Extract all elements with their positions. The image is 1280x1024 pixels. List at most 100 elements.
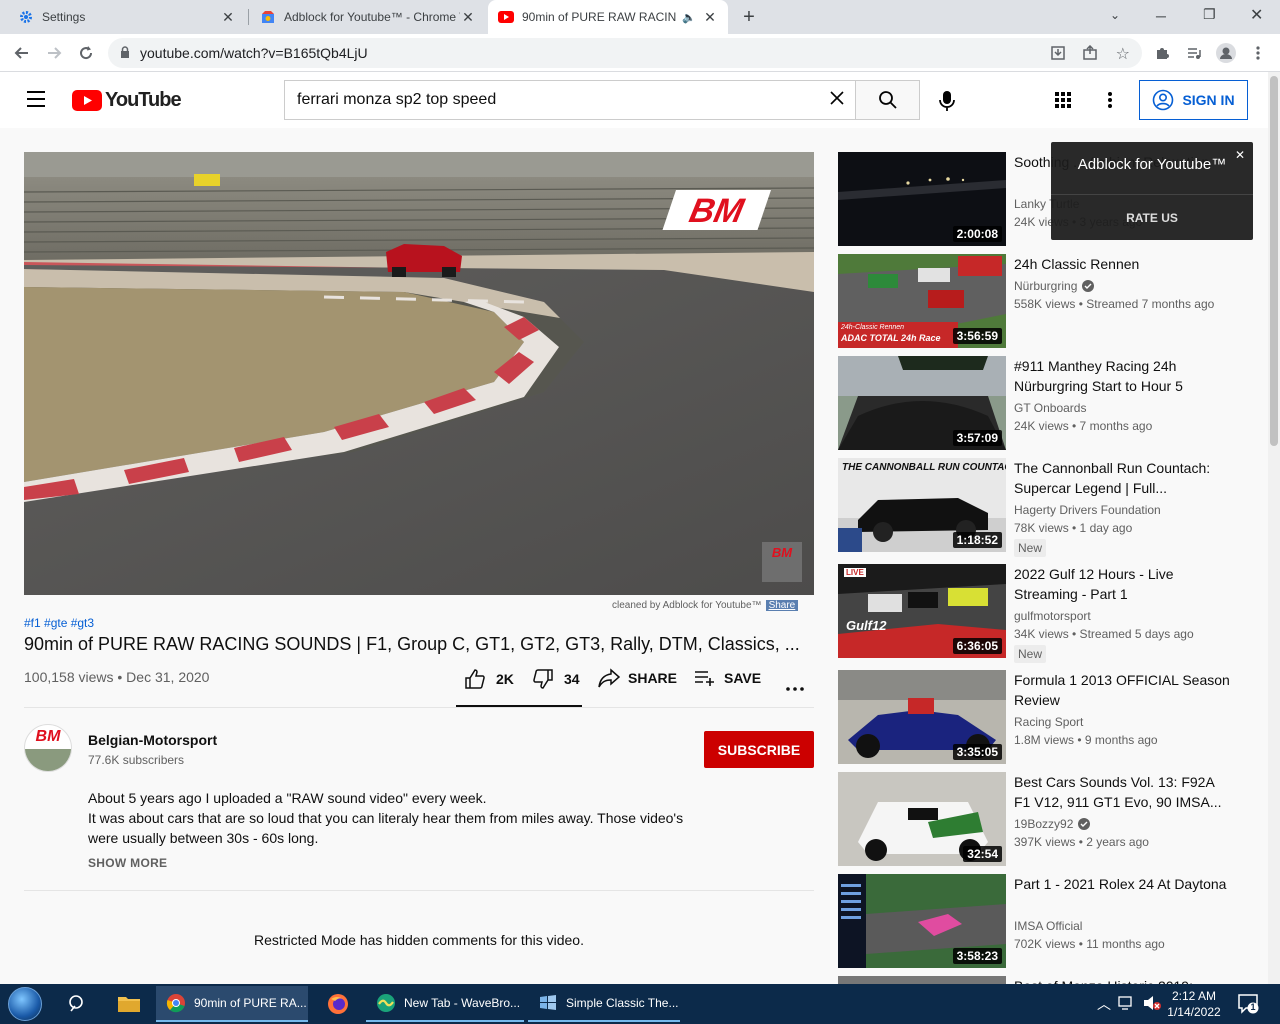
tab-search-chevron-icon[interactable]: ⌄ — [1110, 8, 1120, 22]
address-bar[interactable]: youtube.com/watch?v=B165tQb4LjU ☆ — [108, 38, 1142, 68]
video-title[interactable]: 2022 Gulf 12 Hours - Live Streaming - Pa… — [1014, 564, 1234, 604]
recommended-video[interactable]: 24h-Classic Rennen ADAC TOTAL 24h Race 3… — [838, 254, 1258, 350]
channel-name-row[interactable]: 19Bozzy92 — [1014, 817, 1091, 831]
new-tab-button[interactable]: + — [738, 6, 760, 28]
recommended-video[interactable]: LIVE Gulf12 6:36:05 2022 Gulf 12 Hours -… — [838, 564, 1258, 663]
show-more-button[interactable]: SHOW MORE — [88, 856, 167, 870]
taskbar-item-chrome[interactable]: 90min of PURE RA... — [156, 986, 308, 1022]
video-thumbnail[interactable]: 24h-Classic Rennen ADAC TOTAL 24h Race 3… — [838, 254, 1006, 348]
network-icon[interactable] — [1118, 995, 1136, 1016]
youtube-logo[interactable]: YouTube — [72, 89, 182, 112]
notification-count: 1 — [1250, 1002, 1256, 1012]
channel-avatar[interactable]: BM — [24, 724, 72, 772]
gear-icon — [18, 9, 34, 25]
recommended-video[interactable]: 3:35:05 Formula 1 2013 OFFICIAL Season R… — [838, 670, 1258, 766]
video-thumbnail[interactable]: 3:35:05 — [838, 670, 1006, 764]
recommended-video[interactable]: THE CANNONBALL RUN COUNTACH 1:18:52 The … — [838, 458, 1258, 557]
volume-muted-icon[interactable] — [1142, 994, 1162, 1017]
speaker-icon[interactable]: 🔈 — [682, 11, 696, 24]
recommended-video[interactable]: 3:58:23 Part 1 - 2021 Rolex 24 At Dayton… — [838, 874, 1258, 970]
share-button[interactable]: SHARE — [598, 668, 677, 688]
tab-settings[interactable]: Settings ✕ — [8, 0, 246, 34]
sign-in-button[interactable]: SIGN IN — [1139, 80, 1248, 120]
profile-avatar-icon[interactable] — [1212, 39, 1240, 67]
page-scrollbar[interactable] — [1268, 72, 1280, 984]
close-icon[interactable]: ✕ — [220, 9, 236, 26]
video-thumbnail[interactable]: LIVE Gulf12 6:36:05 — [838, 564, 1006, 658]
video-title[interactable]: Best of Monza Historic 2019: — [1014, 976, 1234, 984]
notifications-icon[interactable]: 1 — [1238, 994, 1260, 1019]
channel-name[interactable]: Racing Sport — [1014, 715, 1083, 729]
rate-us-button[interactable]: RATE US — [1051, 196, 1253, 240]
restore-button[interactable]: ❐ — [1203, 6, 1216, 23]
close-window-button[interactable]: ✕ — [1250, 5, 1263, 25]
channel-name[interactable]: Nürburgring — [1014, 279, 1077, 293]
close-popup-icon[interactable]: ✕ — [1235, 148, 1245, 162]
close-icon[interactable]: ✕ — [702, 9, 718, 26]
media-control-icon[interactable] — [1180, 39, 1208, 67]
bookmark-star-icon[interactable]: ☆ — [1116, 44, 1130, 64]
taskbar-item-classic-theme[interactable]: Simple Classic The... — [528, 986, 680, 1022]
show-hidden-icons-chevron-icon[interactable]: ︿ — [1097, 994, 1111, 1014]
settings-more-icon[interactable] — [1108, 91, 1112, 114]
back-button[interactable] — [8, 39, 36, 67]
dislike-button[interactable]: 34 — [532, 668, 580, 690]
search-input[interactable]: ferrari monza sp2 top speed — [284, 80, 856, 120]
hamburger-menu-icon[interactable] — [24, 90, 48, 113]
recommended-video[interactable]: 32:54 Best Cars Sounds Vol. 13: F92A F1 … — [838, 772, 1258, 868]
video-thumbnail[interactable] — [838, 976, 1006, 984]
recommended-video[interactable]: Best of Monza Historic 2019: — [838, 976, 1258, 984]
firefox-icon[interactable] — [327, 993, 349, 1020]
channel-name[interactable]: 19Bozzy92 — [1014, 817, 1073, 831]
clear-search-icon[interactable] — [829, 90, 845, 111]
recommended-video[interactable]: 3:57:09 #911 Manthey Racing 24h Nürburgr… — [838, 356, 1258, 452]
apps-grid-icon[interactable] — [1054, 91, 1072, 114]
subscribe-button[interactable]: SUBSCRIBE — [704, 731, 814, 768]
save-button[interactable]: SAVE — [694, 668, 761, 688]
video-title[interactable]: Formula 1 2013 OFFICIAL Season Review — [1014, 670, 1234, 710]
minimize-button[interactable]: ─ — [1156, 8, 1166, 24]
tab-title: Settings — [42, 10, 86, 24]
video-title[interactable]: #911 Manthey Racing 24h Nürburgring Star… — [1014, 356, 1234, 396]
tab-youtube-video[interactable]: 90min of PURE RAW RACING 🔈 ✕ — [488, 0, 728, 34]
video-thumbnail[interactable]: THE CANNONBALL RUN COUNTACH 1:18:52 — [838, 458, 1006, 552]
video-meta: 24K views • 7 months ago — [1014, 419, 1153, 433]
extensions-puzzle-icon[interactable] — [1148, 39, 1176, 67]
search-icon[interactable] — [68, 994, 88, 1019]
taskbar-item-wavebrowser[interactable]: New Tab - WaveBro... — [366, 986, 524, 1022]
share-page-icon[interactable] — [1082, 44, 1098, 64]
channel-name[interactable]: GT Onboards — [1014, 401, 1086, 415]
video-duration: 3:35:05 — [952, 744, 1002, 760]
more-actions-icon[interactable] — [786, 678, 804, 696]
adblock-share-button[interactable]: Share — [765, 600, 799, 611]
forward-button[interactable] — [40, 39, 68, 67]
video-thumbnail[interactable]: 32:54 — [838, 772, 1006, 866]
video-player[interactable]: BM BM — [24, 152, 814, 595]
video-thumbnail[interactable]: 2:00:08 — [838, 152, 1006, 246]
video-thumbnail[interactable]: 3:57:09 — [838, 356, 1006, 450]
reload-button[interactable] — [72, 39, 100, 67]
like-button[interactable]: 2K — [464, 668, 514, 690]
hashtags[interactable]: #f1 #gte #gt3 — [24, 616, 94, 630]
channel-name[interactable]: Hagerty Drivers Foundation — [1014, 503, 1161, 517]
chrome-menu-icon[interactable] — [1244, 39, 1272, 67]
search-button[interactable] — [856, 80, 920, 120]
video-title[interactable]: 24h Classic Rennen — [1014, 254, 1234, 274]
lock-icon[interactable] — [120, 45, 130, 61]
channel-name[interactable]: IMSA Official — [1014, 919, 1082, 933]
channel-name[interactable]: Belgian-Motorsport — [88, 732, 217, 748]
video-thumbnail[interactable]: 3:58:23 — [838, 874, 1006, 968]
file-explorer-icon[interactable] — [117, 994, 141, 1019]
video-title[interactable]: The Cannonball Run Countach: Supercar Le… — [1014, 458, 1234, 498]
close-icon[interactable]: ✕ — [460, 9, 476, 26]
video-title[interactable]: Part 1 - 2021 Rolex 24 At Daytona — [1014, 874, 1234, 894]
start-button[interactable] — [8, 987, 42, 1021]
channel-name-row[interactable]: Nürburgring — [1014, 279, 1095, 293]
scrollbar-thumb[interactable] — [1270, 76, 1278, 446]
install-app-icon[interactable] — [1050, 45, 1066, 64]
microphone-icon[interactable] — [938, 90, 956, 117]
system-clock[interactable]: 2:12 AM 1/14/2022 — [1166, 988, 1222, 1020]
video-title[interactable]: Best Cars Sounds Vol. 13: F92A F1 V12, 9… — [1014, 772, 1234, 812]
channel-name[interactable]: gulfmotorsport — [1014, 609, 1091, 623]
tab-adblock[interactable]: Adblock for Youtube™ - Chrome We ✕ — [250, 0, 486, 34]
